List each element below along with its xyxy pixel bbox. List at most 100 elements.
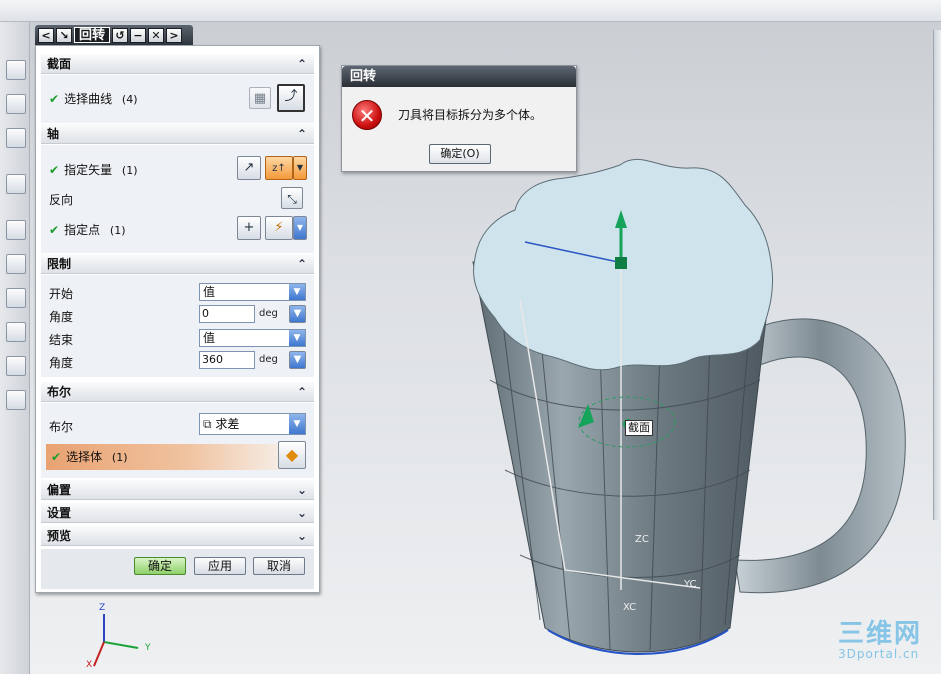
boolean-type-select[interactable]: ⧉ 求差 ▼ <box>199 413 306 435</box>
reverse-direction-icon[interactable]: ⤡ <box>281 187 303 209</box>
vector-dialog-icon[interactable]: ↗ <box>237 156 261 180</box>
triad-x-label: X <box>86 660 93 670</box>
select-body-count: (1) <box>111 451 128 464</box>
triad-y-label: Y <box>145 643 151 653</box>
boolean-title: 布尔 <box>47 385 72 399</box>
watermark-line1: 三维网 <box>838 619 923 649</box>
dialog-footer: 确定 应用 取消 <box>41 549 314 589</box>
check-icon: ✔ <box>49 223 60 237</box>
triad-z-label: Z <box>99 603 106 613</box>
section-title: 截面 <box>47 57 72 71</box>
select-curve-count: (4) <box>121 93 138 106</box>
collapse-left-icon[interactable]: < <box>38 27 54 43</box>
start-label: 开始 <box>49 287 74 301</box>
axis-header[interactable]: 轴 ⌃ <box>41 124 314 144</box>
ok-button[interactable]: 确定 <box>134 557 186 575</box>
wcs-xc-label: XC <box>623 602 637 613</box>
sketch-section-icon[interactable]: ▦ <box>249 87 271 109</box>
offset-header[interactable]: 偏置 ⌄ <box>41 480 314 500</box>
reset-icon[interactable]: ↺ <box>112 27 129 43</box>
vector-type-selector[interactable]: z↑ <box>265 156 293 180</box>
limits-title: 限制 <box>47 257 72 271</box>
chevron-down-icon: ▼ <box>289 330 305 346</box>
error-dialog: 回转 ✕ 刀具将目标拆分为多个体。 确定(O) <box>341 65 577 172</box>
settings-header[interactable]: 设置 ⌄ <box>41 503 314 523</box>
start-type-value: 值 <box>203 285 216 299</box>
chevron-down-icon[interactable]: ▼ <box>293 156 307 180</box>
chevron-down-icon: ▼ <box>289 284 305 300</box>
end-angle-label: 角度 <box>49 356 74 370</box>
error-message: 刀具将目标拆分为多个体。 <box>398 108 543 122</box>
start-angle-input[interactable]: 0 <box>199 305 255 323</box>
wcs-zc-label: ZC <box>635 534 649 545</box>
curve-icon[interactable]: ⤴ <box>277 84 305 112</box>
chevron-down-icon[interactable]: ▼ <box>293 216 307 240</box>
expand-right-icon[interactable]: > <box>166 27 183 43</box>
check-icon: ✔ <box>51 450 62 464</box>
specify-vector-label: 指定矢量 <box>64 163 113 177</box>
minimize-icon[interactable]: − <box>130 27 147 43</box>
chevron-up-icon[interactable]: ⌃ <box>294 126 310 142</box>
limits-header[interactable]: 限制 ⌃ <box>41 254 314 274</box>
watermark-line2: 3Dportal.cn <box>838 647 920 661</box>
vector-value: z↑ <box>272 163 286 174</box>
end-label: 结束 <box>49 333 74 347</box>
select-curve-row[interactable]: ✔ 选择曲线 (4) <box>49 90 138 107</box>
cancel-button[interactable]: 取消 <box>253 557 305 575</box>
section-body: ✔ 选择曲线 (4) ▦ ⤴ <box>41 75 314 123</box>
start-angle-label: 角度 <box>49 310 74 324</box>
arrow-icon[interactable]: ↘ <box>56 27 72 43</box>
end-type-select[interactable]: 值 ▼ <box>199 329 306 347</box>
error-ok-button[interactable]: 确定(O) <box>429 144 491 164</box>
chevron-up-icon[interactable]: ⌃ <box>294 384 310 400</box>
chevron-down-icon[interactable]: ⌄ <box>294 482 310 498</box>
select-curve-label: 选择曲线 <box>64 92 113 106</box>
inferred-point-icon[interactable]: ⚡ <box>265 216 293 240</box>
watermark-logo: 三维网 3Dportal.cn <box>838 620 922 661</box>
end-angle-unit: deg <box>259 354 278 365</box>
chevron-down-icon: ▼ <box>289 414 305 434</box>
preview-header[interactable]: 预览 ⌄ <box>41 526 314 546</box>
boolean-type-value: 求差 <box>215 417 240 431</box>
boolean-header[interactable]: 布尔 ⌃ <box>41 382 314 402</box>
chevron-down-icon[interactable]: ⌄ <box>294 505 310 521</box>
end-type-value: 值 <box>203 331 216 345</box>
chevron-up-icon[interactable]: ⌃ <box>294 256 310 272</box>
preview-title: 预览 <box>47 529 72 543</box>
close-icon[interactable]: ✕ <box>148 27 165 43</box>
reverse-direction-label: 反向 <box>49 193 74 207</box>
boolean-body: 布尔 ⧉ 求差 ▼ ✔ 选择体 (1) ◆ <box>41 403 314 478</box>
specify-point-row[interactable]: ✔ 指定点 (1) <box>49 221 126 238</box>
apply-button[interactable]: 应用 <box>194 557 246 575</box>
settings-title: 设置 <box>47 506 72 520</box>
select-body-row[interactable]: ✔ 选择体 (1) <box>46 444 282 470</box>
select-body-label: 选择体 <box>66 450 103 464</box>
dialog-title-strip: < ↘ 回转 ↺ − ✕ > <box>35 25 193 45</box>
limits-body: 开始 值 ▼ 角度 0 deg ▼ 结束 值 ▼ 角度 360 deg ▼ <box>41 275 314 377</box>
axis-title: 轴 <box>47 127 60 141</box>
subtract-icon: ⧉ <box>203 417 216 431</box>
end-angle-input[interactable]: 360 <box>199 351 255 369</box>
chevron-up-icon[interactable]: ⌃ <box>294 56 310 72</box>
end-angle-menu-icon[interactable]: ▼ <box>289 351 306 369</box>
check-icon: ✔ <box>49 163 60 177</box>
specify-point-count: (1) <box>109 224 126 237</box>
dialog-title: 回转 <box>74 27 111 43</box>
axis-body: ✔ 指定矢量 (1) ↗ z↑ ▼ 反向 ⤡ ✔ 指定点 (1) + ⚡ ▼ <box>41 145 314 253</box>
point-dialog-icon[interactable]: + <box>237 216 261 240</box>
section-tag-label: 截面 <box>625 420 653 436</box>
error-dialog-title: 回转 <box>342 66 576 87</box>
start-angle-menu-icon[interactable]: ▼ <box>289 305 306 323</box>
specify-point-label: 指定点 <box>64 223 101 237</box>
boolean-label: 布尔 <box>49 420 74 434</box>
error-icon: ✕ <box>352 100 382 130</box>
solid-body-icon[interactable]: ◆ <box>278 441 306 469</box>
revolve-dialog: 截面 ⌃ ✔ 选择曲线 (4) ▦ ⤴ 轴 ⌃ ✔ 指定矢量 (1) ↗ z↑ ▼ … <box>35 45 320 593</box>
specify-vector-count: (1) <box>121 164 138 177</box>
start-type-select[interactable]: 值 ▼ <box>199 283 306 301</box>
specify-vector-row[interactable]: ✔ 指定矢量 (1) <box>49 161 138 178</box>
section-header-section[interactable]: 截面 ⌃ <box>41 54 314 74</box>
chevron-down-icon[interactable]: ⌄ <box>294 528 310 544</box>
offset-title: 偏置 <box>47 483 72 497</box>
wcs-yc-label: YC <box>684 579 697 590</box>
